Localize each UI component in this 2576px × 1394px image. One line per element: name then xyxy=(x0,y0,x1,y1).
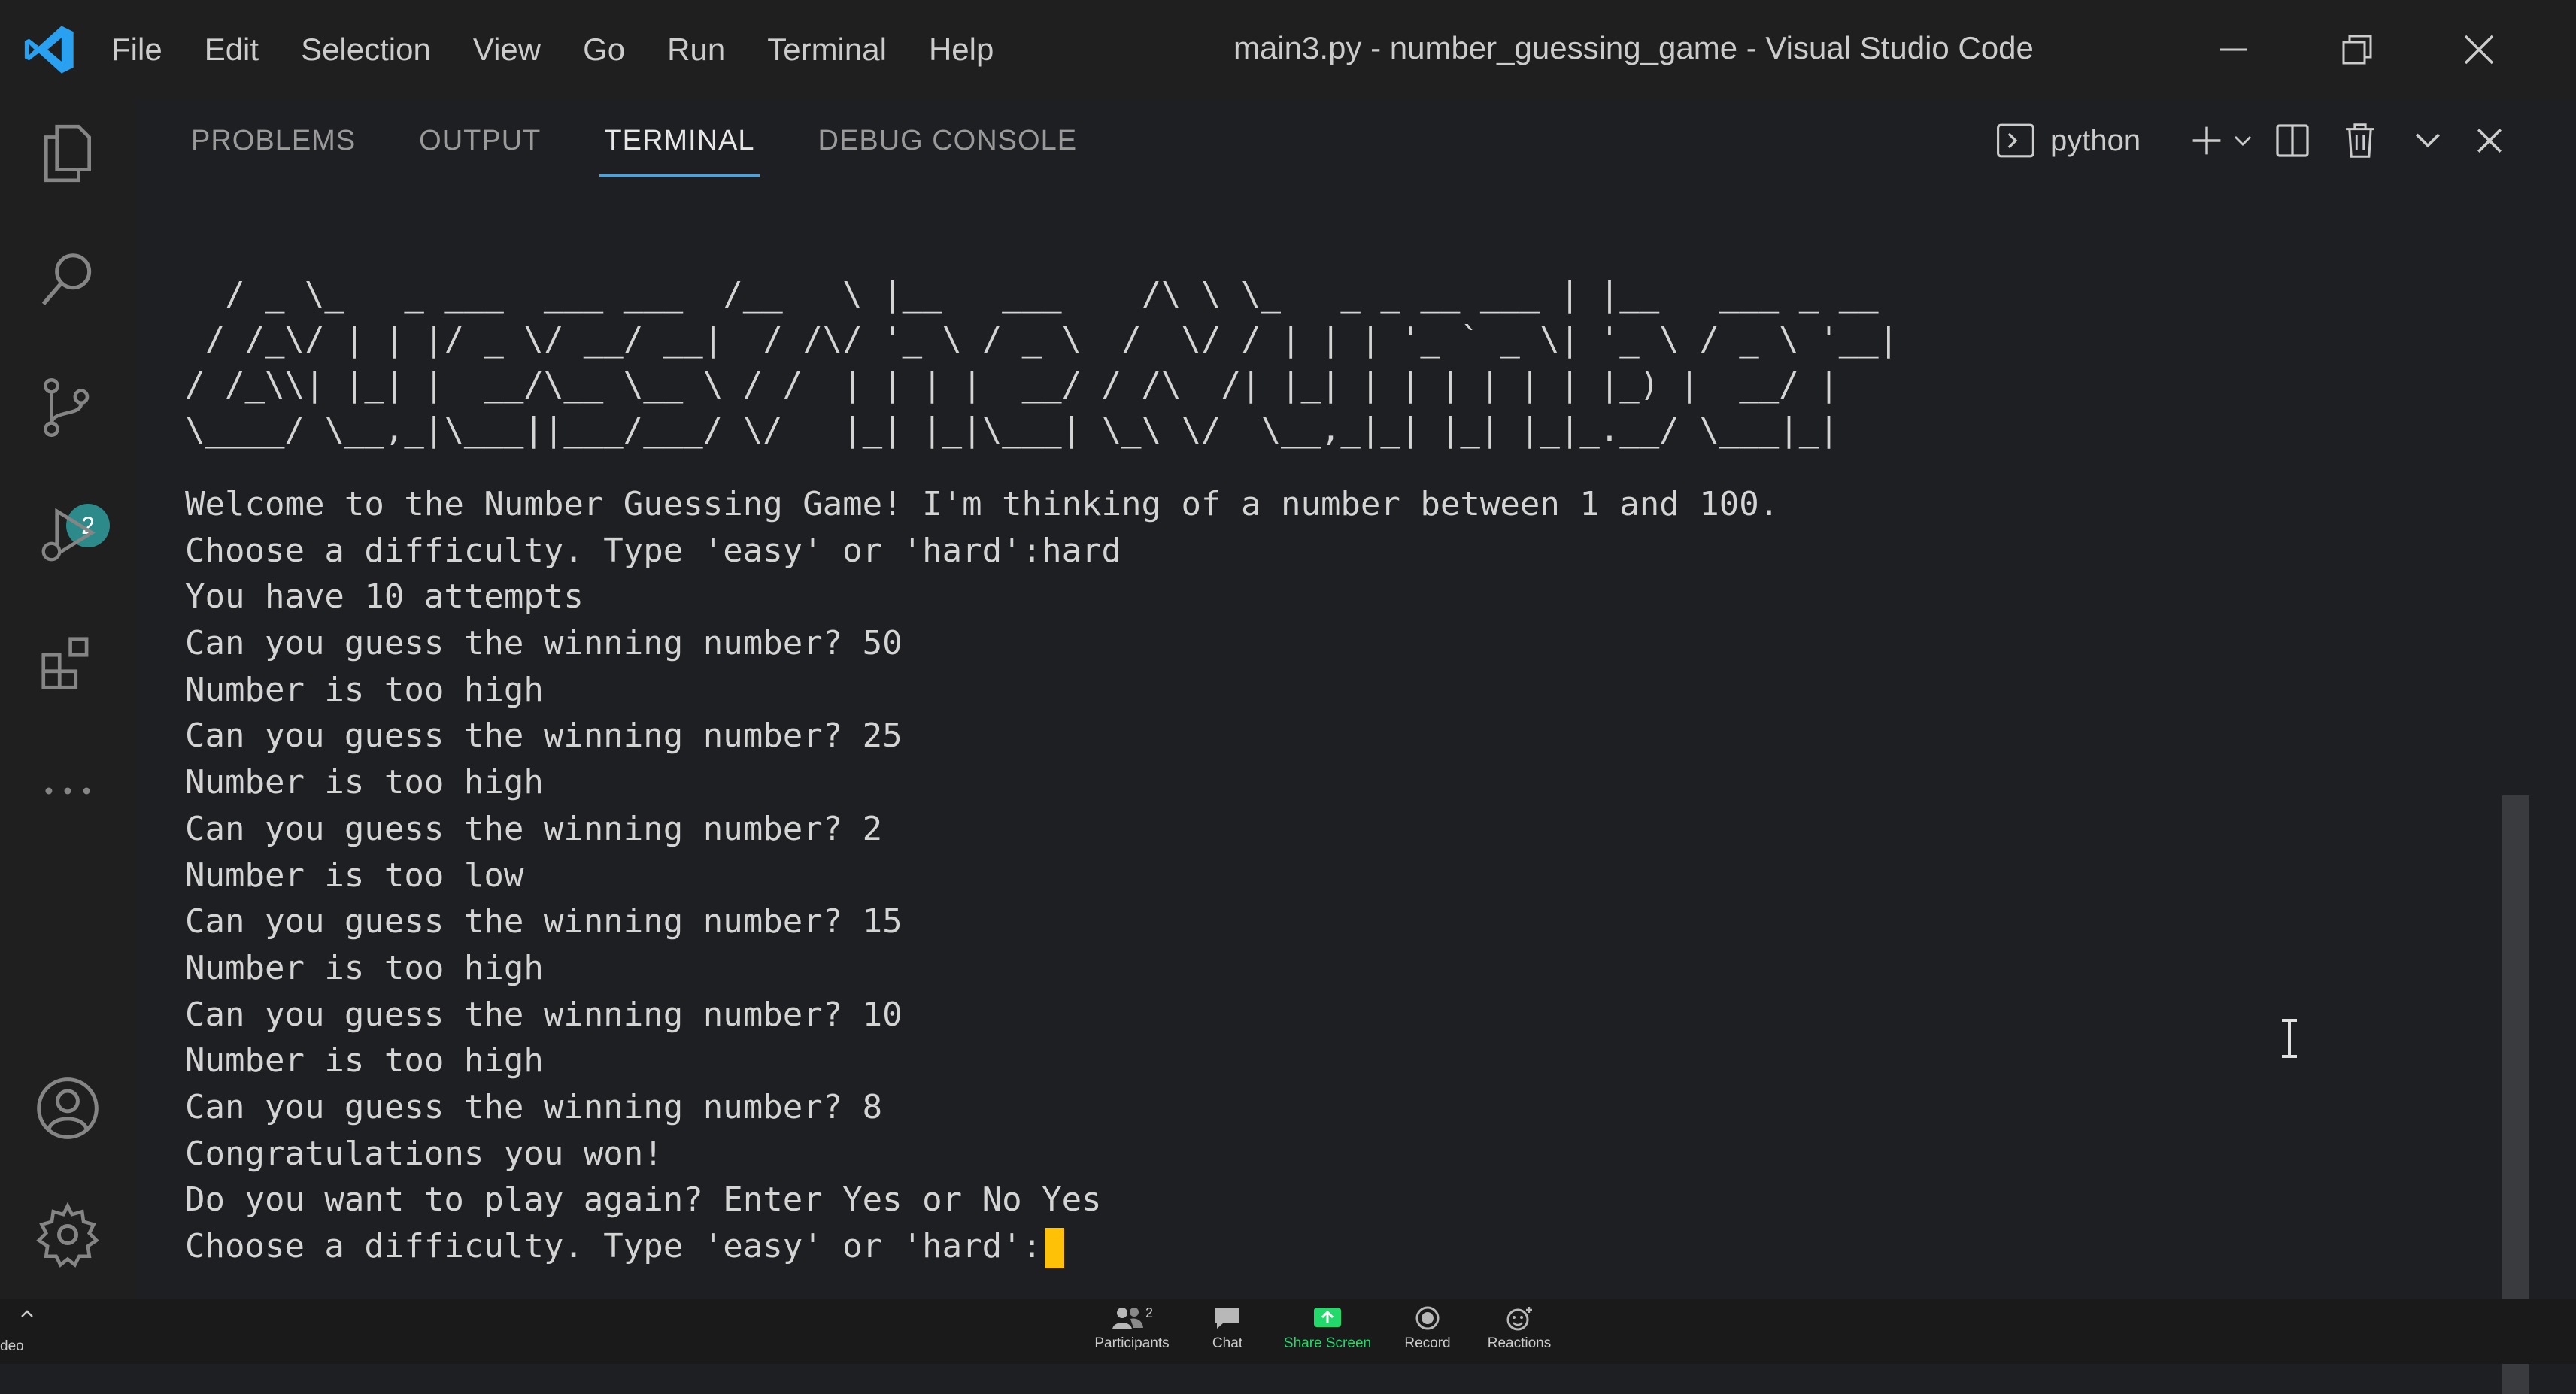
close-icon xyxy=(2477,129,2502,153)
terminal-panel: PROBLEMS OUTPUT TERMINAL DEBUG CONSOLE p… xyxy=(135,99,2576,1394)
terminal-icon xyxy=(1997,123,2034,158)
restore-button[interactable] xyxy=(2329,23,2386,77)
terminal-line: Can you guess the winning number? 8 xyxy=(185,1087,883,1126)
ascii-line: / /_\\| |_| | __/\__ \__ \ / / | | | | _… xyxy=(185,365,1839,404)
record-button[interactable]: Record xyxy=(1379,1305,1476,1361)
chevron-down-icon xyxy=(2235,136,2251,146)
terminal-cursor xyxy=(1045,1228,1065,1268)
accounts-button[interactable] xyxy=(30,1071,105,1146)
maximize-panel-button[interactable] xyxy=(2405,116,2450,165)
vscode-logo-icon xyxy=(23,23,77,77)
terminal-line: Number is too low xyxy=(185,856,524,895)
participants-count: 2 xyxy=(1145,1305,1153,1320)
record-icon xyxy=(1415,1306,1440,1330)
title-bar: File Edit Selection View Go Run Terminal… xyxy=(0,0,2576,99)
menu-go[interactable]: Go xyxy=(583,32,625,68)
terminal-line: Can you guess the winning number? 50 xyxy=(185,624,903,663)
run-debug-icon xyxy=(41,508,96,562)
reactions-icon xyxy=(1506,1307,1532,1331)
terminal-line: You have 10 attempts xyxy=(185,577,584,617)
terminal-line: Do you want to play again? Enter Yes or … xyxy=(185,1180,1102,1220)
terminal-line: Number is too high xyxy=(185,948,544,987)
ascii-line: / /_\/ | | |/ _ \/ __/ __| / /\/ '_ \ / … xyxy=(185,320,1899,359)
reactions-button[interactable]: Reactions xyxy=(1470,1305,1568,1361)
terminal-line: Number is too high xyxy=(185,670,544,709)
terminal-line: Congratulations you won! xyxy=(185,1134,663,1173)
plus-icon xyxy=(2192,126,2221,155)
terminal-prompt-line[interactable]: Choose a difficulty. Type 'easy' or 'har… xyxy=(185,1223,2517,1270)
source-control-button[interactable] xyxy=(30,370,105,445)
chat-label: Chat xyxy=(1212,1335,1243,1351)
terminal-output[interactable]: / _ \_ _ ___ ___ ___ /__ \ |__ ___ /\ \ … xyxy=(185,272,2517,1295)
zoom-toolbar: deo 2 Participants Chat Share Screen Rec… xyxy=(0,1299,2576,1364)
participants-label: Participants xyxy=(1094,1335,1170,1351)
ascii-line: / _ \_ _ ___ ___ ___ /__ \ |__ ___ /\ \ … xyxy=(185,275,1879,314)
terminal-dropdown-button[interactable] xyxy=(2228,116,2258,165)
menu-view[interactable]: View xyxy=(473,32,541,68)
minimize-button[interactable] xyxy=(2205,23,2262,77)
share-screen-button[interactable]: Share Screen xyxy=(1279,1305,1376,1361)
terminal-line: Can you guess the winning number? 25 xyxy=(185,717,903,756)
window-title: main3.py - number_guessing_game - Visual… xyxy=(1233,30,2034,65)
trash-icon xyxy=(2346,123,2374,158)
terminal-line: Can you guess the winning number? 15 xyxy=(185,902,903,941)
gear-icon xyxy=(36,1202,99,1268)
menu-run[interactable]: Run xyxy=(667,32,725,68)
panel-actions: python xyxy=(135,99,2576,182)
terminal-selector[interactable]: python xyxy=(1996,116,2169,165)
terminal-line: Choose a difficulty. Type 'easy' or 'har… xyxy=(185,531,1122,570)
more-button[interactable] xyxy=(30,753,105,829)
menu-file[interactable]: File xyxy=(111,32,162,68)
chat-icon xyxy=(1215,1308,1239,1329)
share-screen-icon xyxy=(1314,1308,1341,1327)
menu-bar: File Edit Selection View Go Run Terminal… xyxy=(111,0,1036,99)
kill-terminal-button[interactable] xyxy=(2336,116,2384,165)
run-debug-button[interactable] xyxy=(30,498,105,573)
terminal-line: Number is too high xyxy=(185,763,544,802)
close-icon xyxy=(2464,35,2494,65)
terminal-prompt: Choose a difficulty. Type 'easy' or 'har… xyxy=(185,1227,1042,1265)
terminal-line: Welcome to the Number Guessing Game! I'm… xyxy=(185,485,1780,523)
share-screen-label: Share Screen xyxy=(1283,1335,1372,1351)
terminal-line: Can you guess the winning number? 10 xyxy=(185,995,903,1034)
terminal-line: Number is too high xyxy=(185,1041,544,1080)
new-terminal-button[interactable] xyxy=(2186,116,2228,165)
video-label: deo xyxy=(0,1338,24,1354)
menu-selection[interactable]: Selection xyxy=(301,32,431,68)
search-button[interactable] xyxy=(30,242,105,317)
search-icon xyxy=(41,253,92,306)
restore-icon xyxy=(2342,35,2372,65)
activity-bar: 2 xyxy=(0,99,135,1299)
terminal-name: python xyxy=(2050,123,2141,157)
chat-button[interactable]: Chat xyxy=(1179,1305,1276,1361)
manage-button[interactable] xyxy=(30,1197,105,1272)
extensions-icon xyxy=(41,637,89,689)
source-control-icon xyxy=(44,377,90,438)
participants-button[interactable]: 2 Participants xyxy=(1083,1305,1181,1361)
extensions-button[interactable] xyxy=(30,626,105,701)
ellipsis-icon xyxy=(45,787,90,795)
split-icon xyxy=(2276,124,2309,157)
chevron-up-icon[interactable] xyxy=(20,1308,35,1319)
account-icon xyxy=(37,1077,99,1139)
terminal-lines: Welcome to the Number Guessing Game! I'm… xyxy=(185,481,2517,1270)
reactions-label: Reactions xyxy=(1487,1335,1552,1351)
ascii-line: \____/ \__,_|\___||___/___/ \/ |_| |_|\_… xyxy=(185,411,1839,449)
minimize-icon xyxy=(2220,48,2247,51)
ascii-art-banner: / _ \_ _ ___ ___ ___ /__ \ |__ ___ /\ \ … xyxy=(185,272,2517,453)
split-terminal-button[interactable] xyxy=(2268,116,2317,165)
explorer-button[interactable] xyxy=(30,116,105,191)
close-window-button[interactable] xyxy=(2450,23,2508,77)
menu-help[interactable]: Help xyxy=(929,32,994,68)
record-label: Record xyxy=(1404,1335,1451,1351)
close-panel-button[interactable] xyxy=(2467,116,2512,165)
menu-edit[interactable]: Edit xyxy=(205,32,259,68)
files-icon xyxy=(44,124,91,183)
chevron-down-icon xyxy=(2416,133,2440,148)
text-cursor-icon xyxy=(2282,1019,2297,1058)
terminal-line: Can you guess the winning number? 2 xyxy=(185,809,883,848)
menu-terminal[interactable]: Terminal xyxy=(767,32,887,68)
participants-icon xyxy=(1112,1308,1143,1329)
